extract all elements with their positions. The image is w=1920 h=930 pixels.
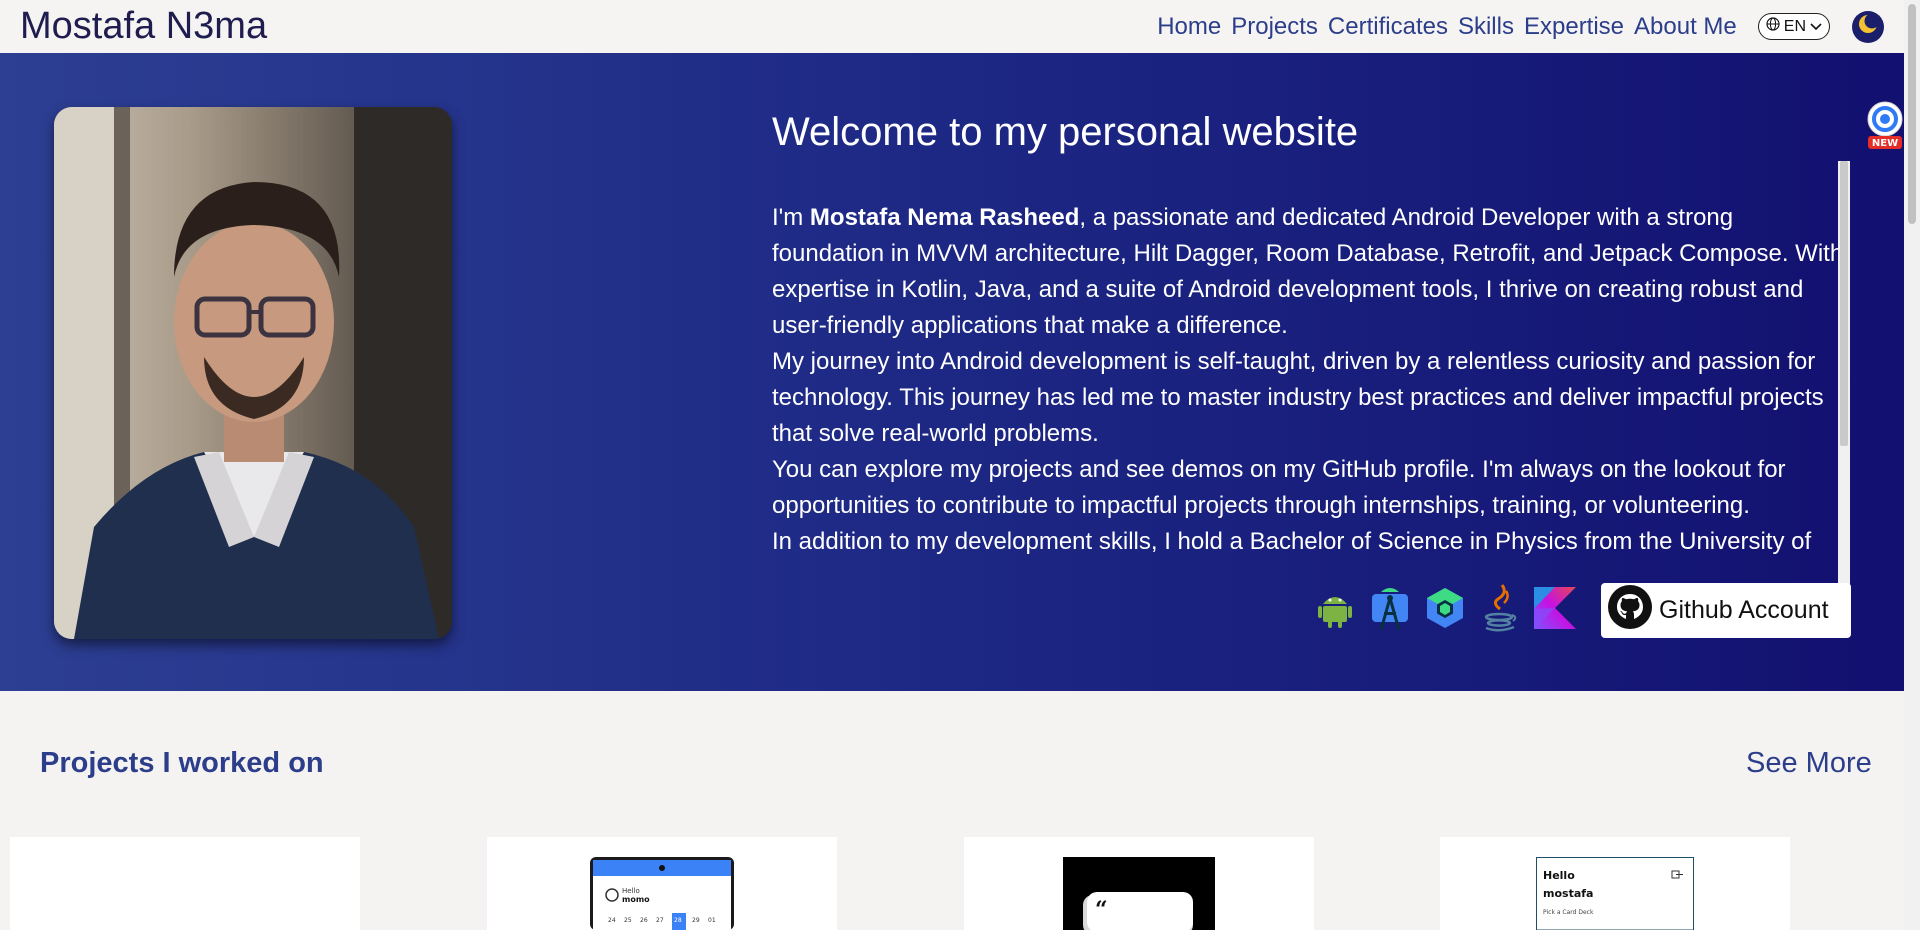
- calendar-day: 26: [640, 917, 648, 924]
- android-icon: [1314, 583, 1356, 633]
- intro-name: Mostafa Nema Rasheed: [809, 204, 1080, 231]
- page-scrollbar[interactable]: [1904, 0, 1920, 930]
- project-card[interactable]: Hello momo 24 25 26 27 28 29 01: [487, 837, 837, 930]
- card-greeting: Hello: [1543, 869, 1575, 882]
- projects-heading: Projects I worked on: [40, 747, 324, 779]
- intro-prefix: I'm: [772, 204, 810, 231]
- nav-certificates-link[interactable]: Certificates: [1328, 13, 1448, 41]
- kotlin-icon: [1534, 583, 1576, 633]
- intro-text-box[interactable]: Welcome to my personal website I'm Mosta…: [772, 108, 1850, 560]
- intro-paragraph-3: You can explore my projects and see demo…: [772, 456, 1786, 519]
- language-select[interactable]: EN: [1757, 13, 1830, 40]
- calendar-day: 27: [656, 917, 664, 924]
- nav-expertise-link[interactable]: Expertise: [1524, 13, 1624, 41]
- see-more-link[interactable]: See More: [1746, 747, 1872, 780]
- quote-mark: “: [1095, 897, 1108, 923]
- calendar-day: 25: [624, 917, 632, 924]
- project-card[interactable]: “: [964, 837, 1314, 930]
- hero-title: Welcome to my personal website: [772, 110, 1359, 154]
- intro-paragraph-1: I'm Mostafa Nema Rasheed, a passionate a…: [772, 200, 1850, 344]
- intro-scrollbar[interactable]: [1838, 161, 1850, 609]
- intro-paragraph-4: In addition to my development skills, I …: [772, 528, 1812, 555]
- java-icon: [1479, 583, 1521, 633]
- hero-section: Welcome to my personal website I'm Mosta…: [0, 53, 1904, 691]
- project-screenshot-quotes: “: [1063, 857, 1215, 930]
- new-badge: NEW: [1872, 138, 1898, 149]
- site-brand[interactable]: Mostafa N3ma: [20, 5, 267, 48]
- top-navbar: Mostafa N3ma Home Projects Certificates …: [0, 0, 1904, 53]
- github-button-label: Github Account: [1659, 596, 1829, 624]
- calendar-day: 24: [608, 917, 616, 924]
- intro-paragraph-2: My journey into Android development is s…: [772, 348, 1824, 447]
- calendar-day: 29: [692, 917, 700, 924]
- card-username: momo: [622, 895, 650, 904]
- chevron-down-icon: [1810, 18, 1822, 36]
- language-value: EN: [1783, 17, 1806, 35]
- card-greeting: Hello: [622, 887, 640, 895]
- moon-icon: [1857, 13, 1880, 40]
- tech-icons-row: [1314, 583, 1576, 633]
- globe-icon: [1766, 17, 1780, 36]
- card-username: mostafa: [1543, 887, 1593, 900]
- github-icon: [1607, 584, 1653, 637]
- intro-scrollbar-thumb[interactable]: [1840, 161, 1848, 446]
- profile-photo: [54, 107, 452, 639]
- theme-toggle-button[interactable]: [1852, 10, 1884, 43]
- nav-menu: Home Projects Certificates Skills Expert…: [1147, 10, 1884, 43]
- github-account-button[interactable]: Github Account: [1601, 583, 1851, 638]
- nav-skills-link[interactable]: Skills: [1458, 13, 1514, 41]
- page-scrollbar-thumb[interactable]: [1908, 4, 1916, 224]
- floating-assistant-widget[interactable]: NEW: [1866, 101, 1904, 151]
- calendar-day: 01: [708, 917, 716, 924]
- card-subtitle: Pick a Card Deck: [1543, 909, 1594, 916]
- nav-home-link[interactable]: Home: [1157, 13, 1221, 41]
- android-studio-icon: [1369, 583, 1411, 633]
- project-card[interactable]: Hello mostafa Pick a Card Deck: [1440, 837, 1790, 930]
- nav-projects-link[interactable]: Projects: [1231, 13, 1318, 41]
- project-screenshot-card-deck: Hello mostafa Pick a Card Deck: [1536, 857, 1694, 930]
- project-card[interactable]: [10, 837, 360, 930]
- calendar-day-selected: 28: [674, 917, 682, 924]
- jetpack-compose-icon: [1424, 583, 1466, 633]
- nav-about-link[interactable]: About Me: [1634, 13, 1737, 41]
- project-screenshot-calendar: Hello momo 24 25 26 27 28 29 01: [590, 857, 734, 930]
